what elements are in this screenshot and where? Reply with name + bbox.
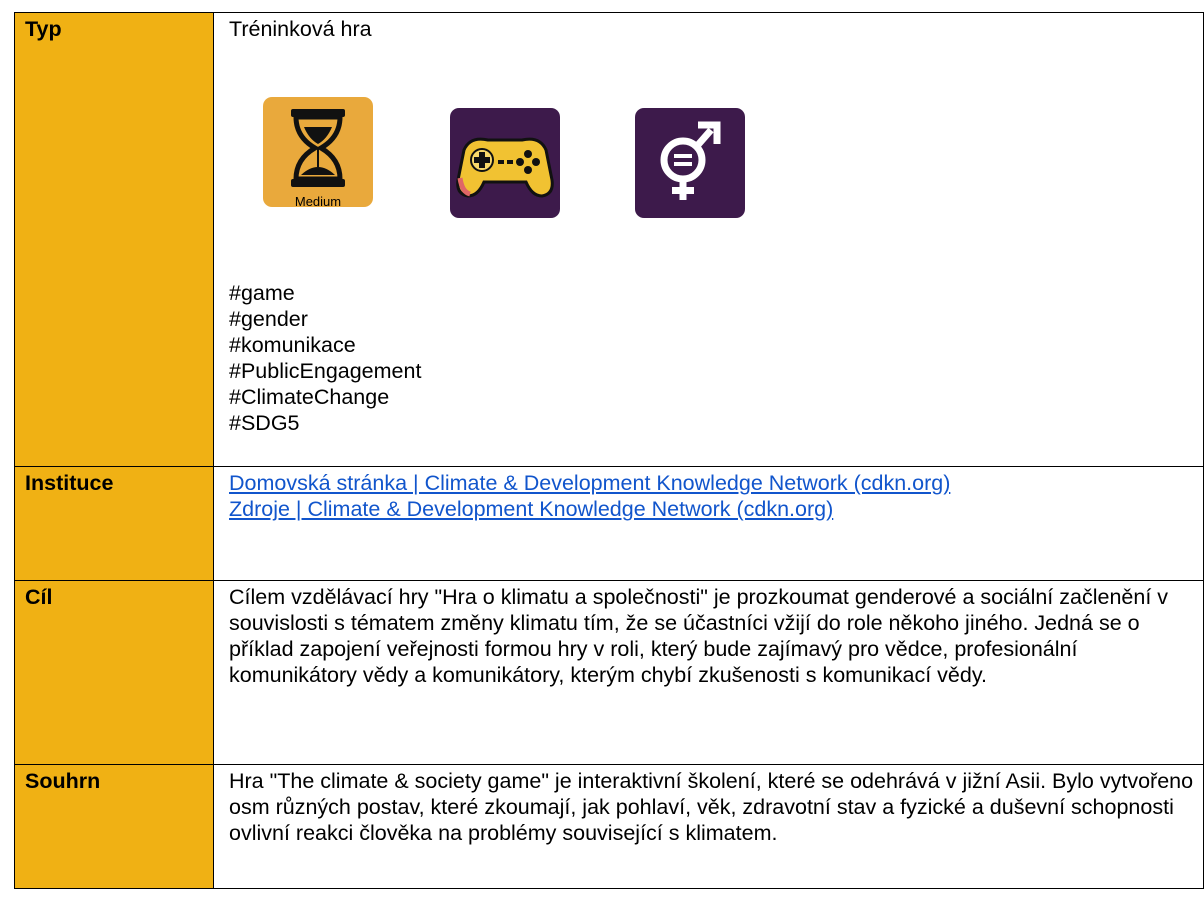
row-typ: Typ Tréninková hra Medium #game #gender … <box>14 12 1204 467</box>
row-souhrn: Souhrn Hra "The climate & society game" … <box>14 764 1204 889</box>
label-cil: Cíl <box>14 580 214 765</box>
value-souhrn: Hra "The climate & society game" je inte… <box>213 764 1204 889</box>
row-cil: Cíl Cílem vzdělávací hry "Hra o klimatu … <box>14 580 1204 765</box>
value-instituce: Domovská stránka | Climate & Development… <box>213 466 1204 581</box>
link-resources[interactable]: Zdroje | Climate & Development Knowledge… <box>229 497 833 521</box>
gamepad-icon <box>450 108 560 218</box>
icon-caption: Medium <box>294 194 342 209</box>
label-souhrn: Souhrn <box>14 764 214 889</box>
link-home[interactable]: Domovská stránka | Climate & Development… <box>229 471 950 495</box>
tag: #PublicEngagement <box>229 359 422 383</box>
value-cil: Cílem vzdělávací hry "Hra o klimatu a sp… <box>213 580 1204 765</box>
label-instituce: Instituce <box>14 466 214 581</box>
tag: #ClimateChange <box>229 385 390 409</box>
gender-equality-icon <box>635 108 745 218</box>
tag: #SDG5 <box>229 411 300 435</box>
tag: #gender <box>229 307 308 331</box>
tag: #game <box>229 281 295 305</box>
row-instituce: Instituce Domovská stránka | Climate & D… <box>14 466 1204 581</box>
hourglass-icon: Medium <box>263 97 373 209</box>
info-table: Typ Tréninková hra Medium #game #gender … <box>14 12 1204 889</box>
value-typ: Tréninková hra Medium #game #gender #kom… <box>213 12 1204 467</box>
type-value: Tréninková hra <box>229 17 372 41</box>
tag-list: #game #gender #komunikace #PublicEngagem… <box>229 280 1197 436</box>
label-typ: Typ <box>14 12 214 467</box>
tag: #komunikace <box>229 333 356 357</box>
icon-row: Medium <box>229 97 1197 223</box>
